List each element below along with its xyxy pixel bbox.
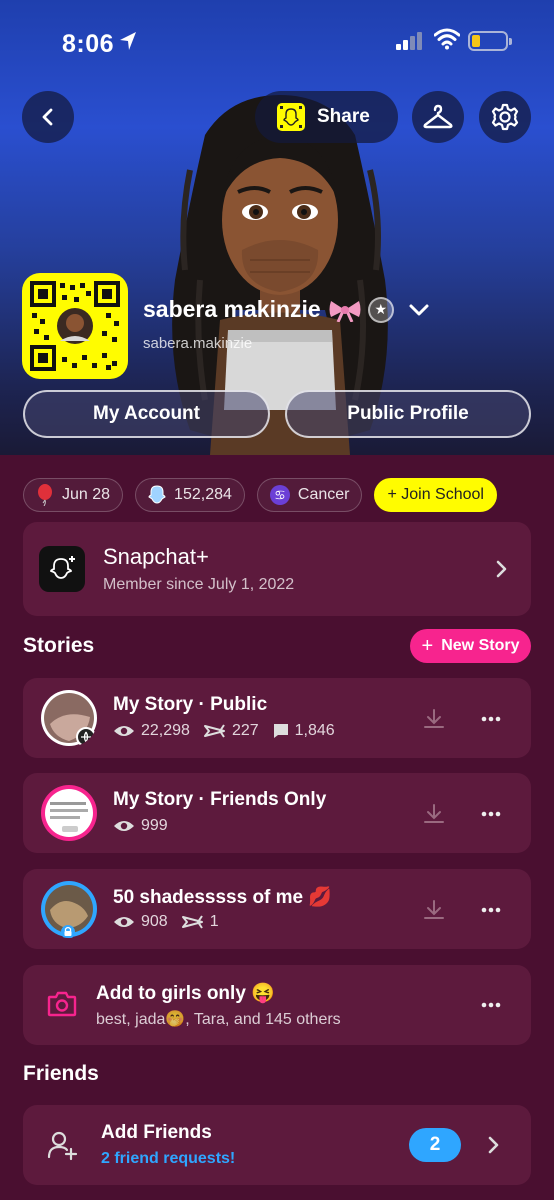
- story-title: My Story · Friends Only: [113, 789, 327, 810]
- share-button[interactable]: Share: [255, 91, 398, 143]
- settings-button[interactable]: [479, 91, 531, 143]
- story-title: 50 shadesssss of me 💋: [113, 887, 333, 908]
- chevron-right-icon: [488, 1136, 499, 1154]
- screenshots-count: 1: [209, 913, 219, 930]
- snapcode[interactable]: [22, 273, 128, 379]
- screenshots-stat: 227: [203, 722, 259, 740]
- eye-icon: [114, 726, 134, 736]
- chevron-right-icon: [496, 560, 507, 578]
- story-thumbnail: [41, 690, 97, 747]
- svg-text:♋: ♋: [274, 489, 286, 504]
- add-friend-icon: [47, 1131, 78, 1161]
- stories-section-title: Stories: [23, 634, 95, 657]
- chevron-left-icon: [42, 108, 53, 126]
- views-count: 22,298: [141, 722, 190, 739]
- chevron-down-icon: [409, 304, 429, 315]
- eye-icon: [114, 821, 134, 831]
- public-profile-button[interactable]: Public Profile: [285, 390, 531, 438]
- username: sabera.makinzie: [143, 335, 253, 352]
- add-friends-title: Add Friends: [101, 1122, 212, 1143]
- camera-icon: [47, 991, 77, 1017]
- balloon-icon: [38, 484, 52, 506]
- story-stats: 22,298 227 1,846: [113, 722, 349, 740]
- story-title: Add to girls only 😝: [96, 983, 275, 1004]
- snapcode-icon: [277, 103, 305, 131]
- chat-icon: [273, 724, 288, 738]
- views-stat: 908: [113, 913, 168, 931]
- snapchat-plus-card[interactable]: Snapchat+ Member since July 1, 2022: [23, 522, 531, 616]
- story-item-add-to-group[interactable]: Add to girls only 😝 best, jada🤭, Tara, a…: [23, 965, 531, 1045]
- screenshot-arrows-icon: [203, 724, 225, 738]
- join-school-chip[interactable]: + Join School: [374, 478, 497, 512]
- more-options-icon[interactable]: [481, 907, 501, 913]
- birthday-chip[interactable]: Jun 28: [23, 478, 124, 512]
- replies-count: 1,846: [294, 722, 335, 739]
- story-item-private[interactable]: 50 shadesssss of me 💋 908 1: [23, 869, 531, 949]
- views-count: 908: [141, 913, 168, 930]
- story-stats: 999: [113, 817, 182, 835]
- zodiac-text: Cancer: [297, 486, 350, 503]
- battery-icon: [468, 31, 512, 51]
- download-icon[interactable]: [423, 708, 445, 730]
- friend-requests-text: 2 friend requests!: [101, 1150, 236, 1167]
- screenshots-count: 227: [231, 722, 259, 739]
- star-badge-icon: ★: [367, 296, 394, 323]
- status-bar: 8:06: [0, 0, 554, 84]
- new-story-button[interactable]: + New Story: [410, 629, 531, 663]
- more-options-icon[interactable]: [481, 811, 501, 817]
- profile-header: 8:06 Share sabera makinzie ★ sabera.maki…: [0, 0, 554, 455]
- profile-chips: Jun 28 152,284 ♋ Cancer + Join School: [23, 478, 497, 512]
- story-subtitle: best, jada🤭, Tara, and 145 others: [96, 1011, 341, 1028]
- more-options-icon[interactable]: [481, 716, 501, 722]
- story-thumbnail: [41, 785, 97, 841]
- bow-emoji-icon: [329, 300, 361, 322]
- screenshots-stat: 1: [181, 913, 219, 931]
- qr-code-icon: [30, 281, 120, 371]
- story-thumbnail: [41, 881, 97, 938]
- views-count: 999: [141, 817, 168, 834]
- birthday-text: Jun 28: [62, 486, 111, 503]
- snapchat-plus-title: Snapchat+: [103, 544, 209, 569]
- story-stats: 908 1: [113, 913, 233, 931]
- snap-score-chip[interactable]: 152,284: [135, 478, 245, 512]
- outfit-button[interactable]: [412, 91, 464, 143]
- plus-icon: +: [421, 634, 434, 657]
- ghost-icon: [148, 485, 166, 504]
- download-icon[interactable]: [423, 803, 445, 825]
- snapchat-plus-subtitle: Member since July 1, 2022: [103, 576, 295, 593]
- story-item-public[interactable]: My Story · Public 22,298 227 1,846: [23, 678, 531, 758]
- friend-requests-count-badge: 2: [409, 1128, 461, 1162]
- gear-icon: [491, 103, 519, 131]
- location-arrow-icon: [118, 30, 138, 57]
- zodiac-chip[interactable]: ♋ Cancer: [256, 478, 363, 512]
- friends-section-title: Friends: [23, 1062, 99, 1085]
- display-name-row[interactable]: sabera makinzie ★: [143, 296, 430, 323]
- status-time: 8:06: [62, 30, 115, 58]
- wifi-icon: [433, 28, 461, 55]
- more-options-icon[interactable]: [481, 1002, 501, 1008]
- views-stat: 22,298: [113, 722, 190, 740]
- cellular-signal-icon: [396, 32, 424, 55]
- new-story-label: New Story: [441, 637, 520, 654]
- snap-score-text: 152,284: [174, 486, 232, 503]
- story-item-friends-only[interactable]: My Story · Friends Only 999: [23, 773, 531, 853]
- replies-stat: 1,846: [273, 722, 335, 740]
- display-name: sabera makinzie: [143, 296, 321, 322]
- snapchat-plus-logo-icon: [39, 546, 85, 592]
- my-account-button[interactable]: My Account: [23, 390, 270, 438]
- story-title: My Story · Public: [113, 694, 268, 715]
- screenshot-arrows-icon: [181, 915, 203, 929]
- back-button[interactable]: [22, 91, 74, 143]
- views-stat: 999: [113, 817, 168, 835]
- download-icon[interactable]: [423, 899, 445, 921]
- hanger-icon: [423, 104, 453, 129]
- add-friends-card[interactable]: Add Friends 2 friend requests! 2: [23, 1105, 531, 1185]
- share-label: Share: [317, 106, 370, 127]
- cancer-zodiac-icon: ♋: [269, 485, 290, 505]
- eye-icon: [114, 917, 134, 927]
